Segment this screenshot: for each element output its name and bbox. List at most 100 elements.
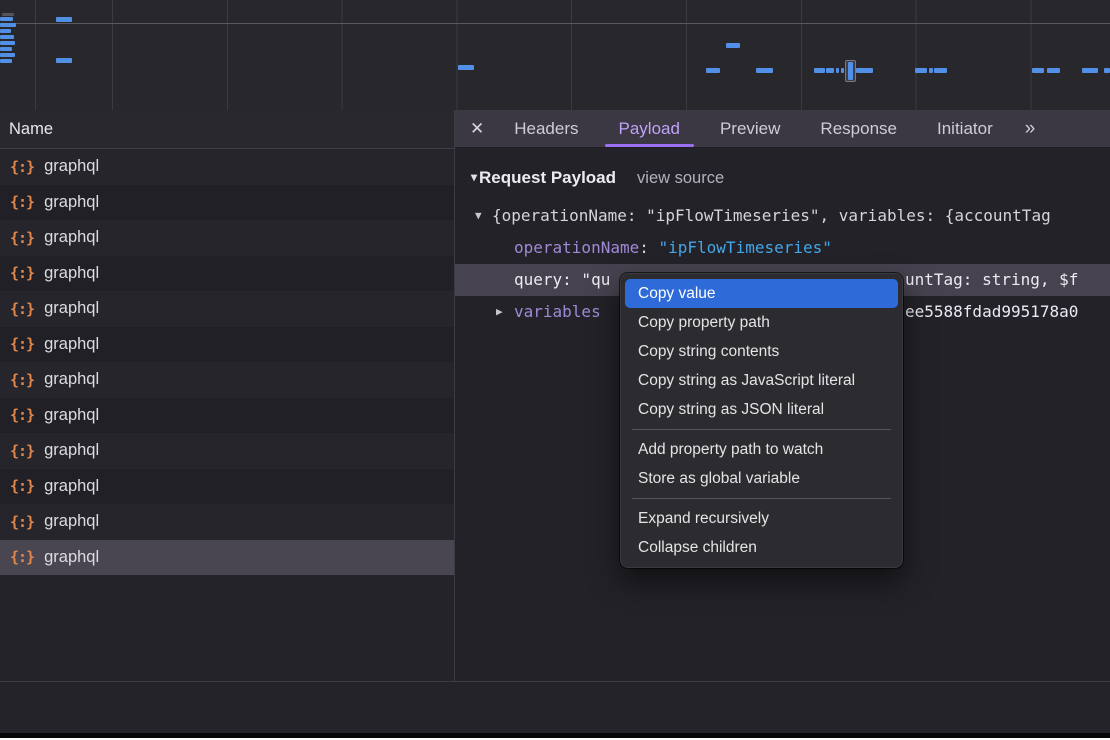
payload-tree-row[interactable]: ▼ {operationName: "ipFlowTimeseries", var… (455, 200, 1110, 232)
network-activity-bar (1082, 68, 1098, 73)
request-name: graphql (44, 512, 99, 531)
json-icon: {:} (10, 442, 34, 460)
tree-text-segment: query: "qu (514, 270, 610, 289)
json-icon: {:} (10, 193, 34, 211)
network-activity-bar (1104, 68, 1110, 73)
json-icon: {:} (10, 477, 34, 495)
network-activity-bar (836, 68, 839, 73)
name-column-header[interactable]: Name (0, 110, 454, 149)
view-source-link[interactable]: view source (637, 169, 724, 187)
json-icon: {:} (10, 548, 34, 566)
network-activity-bar (0, 29, 11, 33)
tree-text-segment: "ipFlowTimeseries" (659, 238, 832, 257)
section-title: Request Payload (479, 168, 616, 187)
overview-selection-tick (848, 62, 853, 80)
close-icon[interactable]: ✕ (455, 110, 494, 148)
request-name: graphql (44, 406, 99, 425)
tab-response[interactable]: Response (800, 110, 917, 147)
network-activity-bar (0, 23, 16, 27)
tab-payload[interactable]: Payload (599, 110, 700, 147)
detail-tab-bar: ✕ HeadersPayloadPreviewResponseInitiator… (455, 110, 1110, 148)
tree-text-segment: {operationName: "ipFlowTimeseries", vari… (492, 206, 1051, 225)
request-name: graphql (44, 157, 99, 176)
tree-text-segment: : (639, 238, 658, 257)
request-name: graphql (44, 335, 99, 354)
request-row[interactable]: {:} graphql (0, 291, 454, 327)
menu-item[interactable]: Copy string contents (625, 337, 898, 366)
request-row[interactable]: {:} graphql (0, 504, 454, 540)
overview-lane-divider (0, 23, 1110, 24)
menu-item[interactable]: Copy string as JavaScript literal (625, 366, 898, 395)
menu-separator (632, 498, 891, 499)
context-menu: Copy valueCopy property pathCopy string … (620, 273, 903, 568)
network-activity-bar (826, 68, 834, 73)
menu-separator (632, 429, 891, 430)
network-activity-bar (841, 68, 844, 73)
status-bar (0, 681, 1110, 733)
request-name: graphql (44, 193, 99, 212)
request-row[interactable]: {:} graphql (0, 362, 454, 398)
menu-item[interactable]: Store as global variable (625, 464, 898, 493)
tab-headers[interactable]: Headers (494, 110, 598, 147)
request-row[interactable]: {:} graphql (0, 220, 454, 256)
json-icon: {:} (10, 513, 34, 531)
request-name: graphql (44, 548, 99, 567)
network-activity-bar (756, 68, 773, 73)
request-row[interactable]: {:} graphql (0, 469, 454, 505)
menu-item[interactable]: Copy value (625, 279, 898, 308)
json-icon: {:} (10, 229, 34, 247)
request-name: graphql (44, 370, 99, 389)
request-name: graphql (44, 299, 99, 318)
network-activity-bar (706, 68, 720, 73)
request-name: graphql (44, 441, 99, 460)
network-activity-bar (2, 13, 14, 16)
tree-text-segment: variables (514, 302, 601, 321)
tree-text-right-of-menu: untTag: string, $f (905, 264, 1078, 296)
json-icon: {:} (10, 371, 34, 389)
tab-initiator[interactable]: Initiator (917, 110, 1013, 147)
payload-tree-row[interactable]: operationName: "ipFlowTimeseries" (455, 232, 1110, 264)
tree-text-segment: operationName (514, 238, 639, 257)
request-row[interactable]: {:} graphql (0, 540, 454, 576)
menu-item[interactable]: Add property path to watch (625, 435, 898, 464)
tree-expand-icon[interactable]: ▶ (496, 296, 503, 328)
request-row[interactable]: {:}graphql (0, 256, 454, 292)
request-row[interactable]: {:} graphql (0, 433, 454, 469)
request-list-body: {:} graphql {:} graphql {:} graphql {:} graphql… (0, 149, 454, 576)
network-activity-bar (929, 68, 933, 73)
network-activity-bar (0, 59, 12, 63)
request-row[interactable]: {:} graphql (0, 327, 454, 363)
request-name: graphql (44, 264, 99, 283)
network-overview[interactable] (0, 0, 1110, 111)
json-icon: {:} (10, 406, 34, 424)
json-icon: {:} (10, 335, 34, 353)
menu-item[interactable]: Collapse children (625, 533, 898, 562)
request-row[interactable]: {:} graphql (0, 185, 454, 221)
network-activity-bar (458, 65, 474, 70)
json-icon: {:} (10, 300, 34, 318)
tree-expand-icon[interactable]: ▼ (475, 200, 482, 232)
request-name: graphql (44, 228, 99, 247)
network-activity-bar (1047, 68, 1060, 73)
more-tabs-icon[interactable]: » (1013, 118, 1046, 140)
devtools-network-panel: Name {:}graphql{:}graphql{:}graphql{:}gr… (0, 0, 1110, 740)
network-activity-bar (0, 35, 14, 39)
section-collapse-icon[interactable]: ▾ (471, 170, 477, 184)
request-row[interactable]: {:} graphql (0, 398, 454, 434)
network-activity-bar (726, 43, 740, 48)
json-icon: {:} (10, 158, 34, 176)
network-activity-bar (0, 17, 13, 21)
overview-selection-marker (845, 60, 856, 82)
tab-preview[interactable]: Preview (700, 110, 800, 147)
menu-item[interactable]: Copy property path (625, 308, 898, 337)
network-activity-bar (0, 41, 15, 45)
menu-item[interactable]: Expand recursively (625, 504, 898, 533)
menu-item[interactable]: Copy string as JSON literal (625, 395, 898, 424)
network-activity-bar (56, 17, 72, 22)
network-activity-bar (0, 53, 15, 57)
network-activity-bar (934, 68, 947, 73)
network-activity-bar (0, 47, 12, 51)
request-payload-section-header[interactable]: ▾Request Payload view source (471, 168, 724, 188)
request-name: graphql (44, 477, 99, 496)
request-row[interactable]: {:} graphql (0, 149, 454, 185)
